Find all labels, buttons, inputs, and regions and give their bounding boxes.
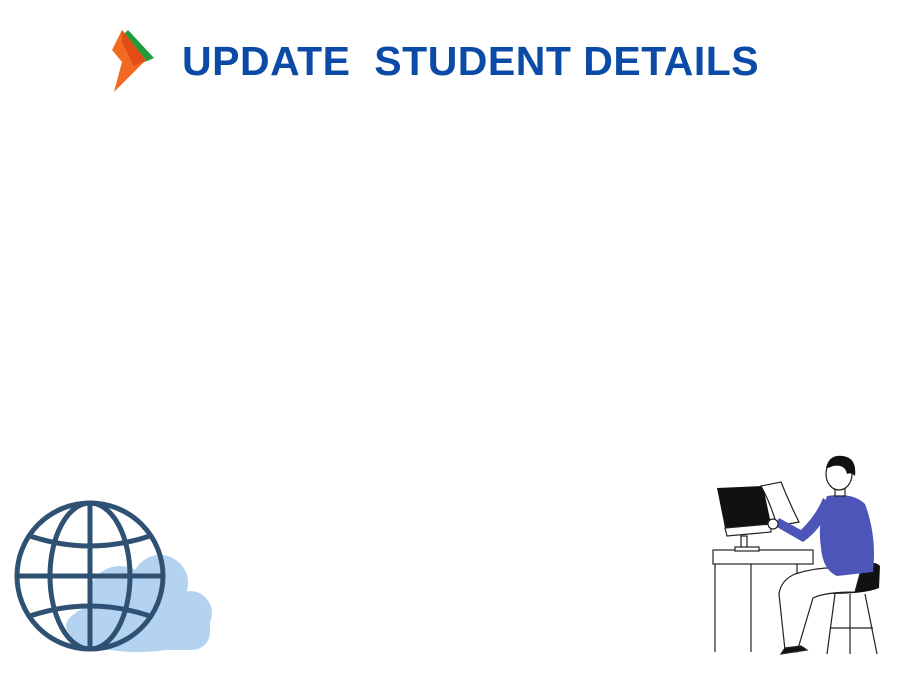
globe-cloud-icon <box>14 500 212 652</box>
logo-icon <box>112 30 154 92</box>
head-icon <box>825 455 856 491</box>
monitor-icon <box>717 486 772 552</box>
globe-icon <box>14 500 166 652</box>
page-header: UPDATE STUDENT DETAILS <box>110 26 759 96</box>
legs-icon <box>778 567 862 655</box>
person-at-computer-icon <box>712 455 880 655</box>
page-title: UPDATE STUDENT DETAILS <box>182 37 760 84</box>
